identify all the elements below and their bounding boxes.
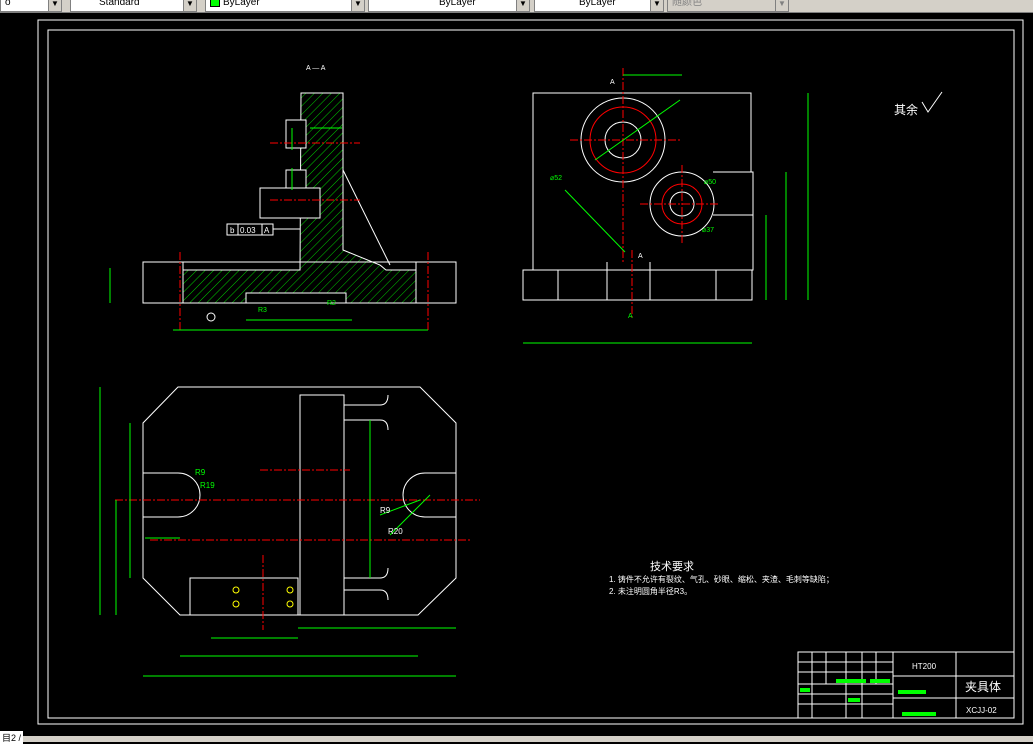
chevron-down-icon[interactable]: ▼: [351, 0, 364, 11]
textstyle-value: o: [5, 0, 11, 8]
label-d37: ⌀37: [702, 227, 714, 234]
chevron-down-icon[interactable]: ▼: [650, 0, 663, 11]
label-a-top: A: [610, 79, 615, 86]
tech-req-line-1: 1. 铸件不允许有裂纹、气孔、砂眼、缩松、夹渣、毛刺等缺陷；: [609, 574, 834, 584]
properties-toolbar: o ▼ Standard ▼ ByLayer ▼ ByLayer ▼ ByLay…: [0, 0, 1033, 13]
front-view: ⌀52 ⌀50 ⌀37 A A A: [522, 68, 809, 344]
tech-req-line-2: 2. 未注明圆角半径R3。: [609, 586, 692, 596]
roughness-note: 其余: [894, 102, 918, 117]
drawing-canvas[interactable]: A — A b 0.03 A R3 R2 ⌀52 ⌀50 ⌀37 A A A 其…: [0, 13, 1033, 738]
textstyle-combo[interactable]: o ▼: [0, 0, 62, 12]
chevron-down-icon[interactable]: ▼: [775, 0, 788, 11]
layer-combo[interactable]: ByLayer ▼: [205, 0, 365, 12]
chevron-down-icon[interactable]: ▼: [516, 0, 529, 11]
drawing-number: XCJJ-02: [966, 706, 997, 715]
layer-value: ByLayer: [223, 0, 260, 8]
part-name: 夹具体: [965, 680, 1001, 694]
lineweight-combo[interactable]: ByLayer ▼: [534, 0, 664, 12]
color-swatch-icon: [210, 0, 220, 8]
plotstyle-combo[interactable]: 随颜色 ▼: [667, 0, 789, 12]
tech-requirements: 技术要求 1. 铸件不允许有裂纹、气孔、砂眼、缩松、夹渣、毛刺等缺陷； 2. 未…: [609, 560, 834, 596]
label-r19: R19: [200, 481, 215, 490]
tolerance-value: 0.03: [240, 226, 256, 235]
lineweight-value: ByLayer: [579, 0, 616, 8]
label-r3: R3: [258, 307, 267, 314]
material: HT200: [912, 662, 937, 671]
tech-req-title: 技术要求: [650, 560, 694, 573]
linetype-combo[interactable]: ByLayer ▼: [368, 0, 530, 12]
drawing-svg[interactable]: A — A b 0.03 A R3 R2 ⌀52 ⌀50 ⌀37 A A A 其…: [0, 13, 1033, 738]
dimstyle-value: Standard: [99, 0, 140, 8]
outer-frame: [37, 19, 1024, 725]
tolerance-datum: A: [264, 226, 270, 235]
label-r2: R2: [327, 300, 336, 307]
chevron-down-icon[interactable]: ▼: [183, 0, 196, 11]
status-bar: [0, 736, 1033, 742]
label-d50: ⌀50: [704, 179, 716, 186]
label-r9-right: R9: [380, 506, 391, 515]
dimstyle-combo[interactable]: Standard ▼: [70, 0, 197, 12]
label-a-bottom: A: [628, 313, 633, 320]
label-r9-left: R9: [195, 468, 206, 477]
roughness-symbol-icon: [921, 91, 943, 113]
plotstyle-value: 随颜色: [672, 0, 702, 8]
label-r20: R20: [388, 527, 403, 536]
section-label: A — A: [306, 65, 326, 72]
section-view: A — A b 0.03 A R3 R2: [109, 65, 457, 331]
tolerance-symbol: b: [230, 226, 235, 235]
title-block: HT200 夹具体 XCJJ-02: [797, 651, 1015, 719]
label-a-mid: A: [638, 253, 643, 260]
linetype-value: ByLayer: [439, 0, 476, 8]
command-line[interactable]: 目2 /: [0, 731, 24, 744]
label-d52: ⌀52: [550, 175, 562, 182]
top-view: R9 R19 R9 R20: [99, 386, 480, 677]
chevron-down-icon[interactable]: ▼: [48, 0, 61, 11]
